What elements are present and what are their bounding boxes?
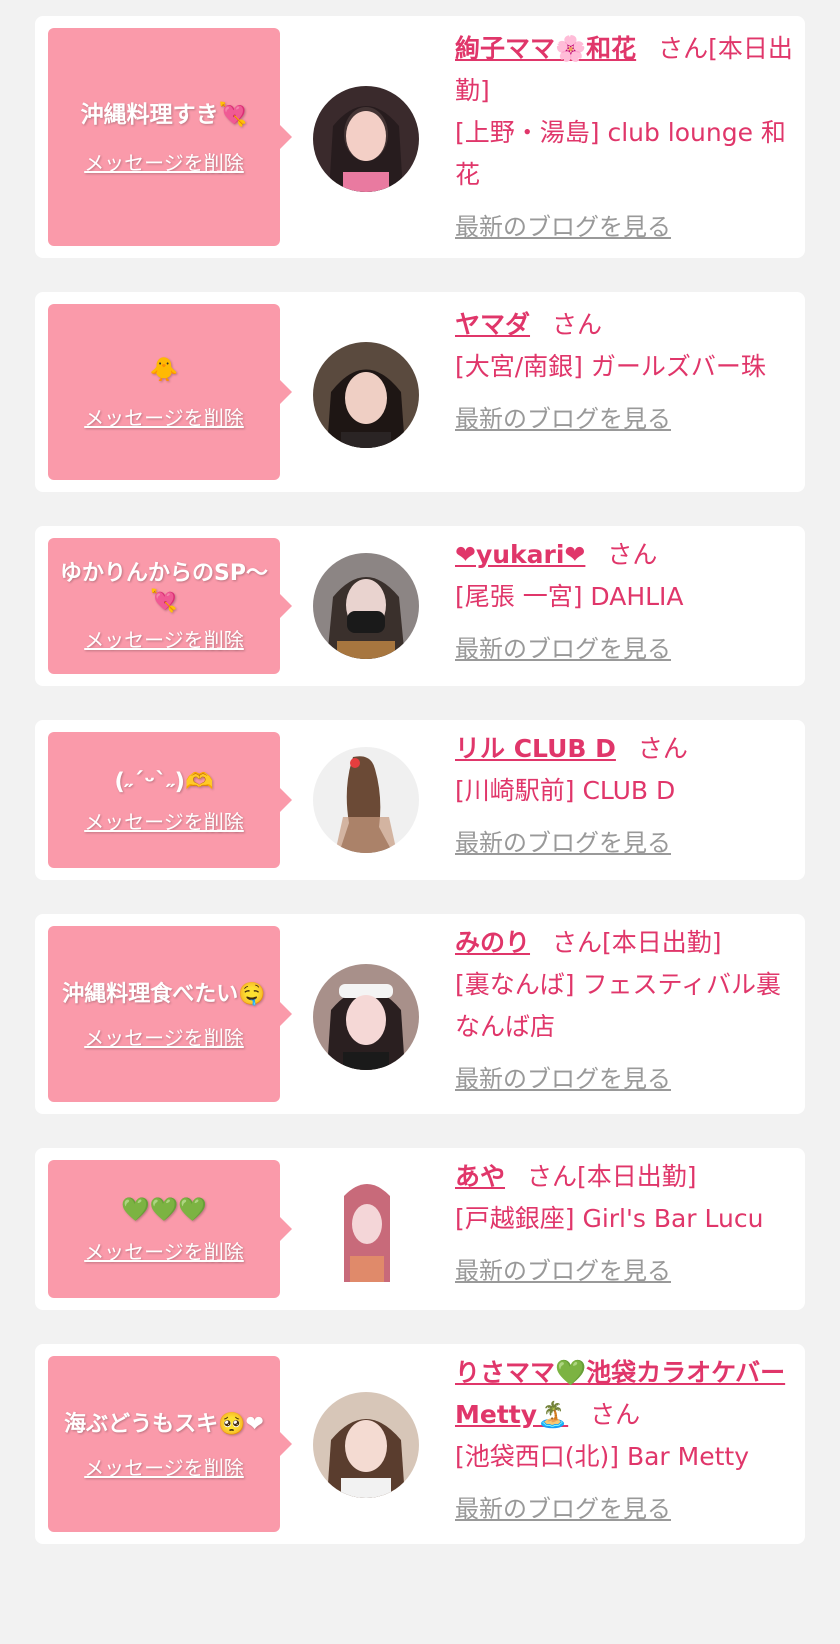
avatar[interactable] xyxy=(313,86,419,192)
honorific: さん xyxy=(590,1400,641,1429)
delete-message-link[interactable]: メッセージを削除 xyxy=(84,1236,244,1265)
honorific: さん xyxy=(658,34,709,63)
message-bubble: 沖縄料理すき💘 メッセージを削除 xyxy=(48,28,292,246)
delete-message-link[interactable]: メッセージを削除 xyxy=(84,1022,244,1051)
girl-name-link[interactable]: ❤yukari❤ xyxy=(455,540,585,569)
delete-message-link[interactable]: メッセージを削除 xyxy=(84,147,244,176)
latest-blog-link[interactable]: 最新のブログを見る xyxy=(455,1058,793,1100)
message-bubble: 💚💚💚 メッセージを削除 xyxy=(48,1160,292,1298)
shop-text: [池袋西口(北)] Bar Metty xyxy=(455,1442,750,1471)
message-text: 💚💚💚 xyxy=(121,1196,207,1223)
message-text: 沖縄料理すき💘 xyxy=(80,101,248,128)
message-bubble: (˶ˊᵕˋ˶)🫶 メッセージを削除 xyxy=(48,732,292,868)
girl-name-link[interactable]: みのり xyxy=(455,928,530,957)
shop-text: [戸越銀座] Girl's Bar Lucu xyxy=(455,1204,764,1233)
status-text: [本日出勤] xyxy=(602,928,722,957)
girl-info: りさママ💚池袋カラオケバーMetty🏝️ さん [池袋西口(北)] Bar Met… xyxy=(455,1352,793,1530)
girl-info: ❤yukari❤ さん [尾張 一宮] DAHLIA 最新のブログを見る xyxy=(455,534,793,670)
honorific: さん xyxy=(552,310,603,339)
message-bubble: 海ぶどうもスキ🥺❤ メッセージを削除 xyxy=(48,1356,292,1532)
message-text: 🐥 xyxy=(149,356,179,383)
message-text: (˶ˊᵕˋ˶)🫶 xyxy=(114,768,214,795)
list-item: ゆかりんからのSP〜💘 メッセージを削除 ❤yukari❤ さん [尾張 一宮] … xyxy=(35,526,805,686)
delete-message-link[interactable]: メッセージを削除 xyxy=(84,402,244,431)
girl-name-link[interactable]: ヤマダ xyxy=(455,310,530,339)
latest-blog-link[interactable]: 最新のブログを見る xyxy=(455,206,793,248)
shop-text: [裏なんば] フェスティバル裏なんば店 xyxy=(455,970,781,1041)
latest-blog-link[interactable]: 最新のブログを見る xyxy=(455,1250,793,1292)
list-item: 海ぶどうもスキ🥺❤ メッセージを削除 りさママ💚池袋カラオケバーMetty🏝️ さ… xyxy=(35,1344,805,1544)
list-item: 🐥 メッセージを削除 ヤマダ さん [大宮/南銀] ガールズバー珠 最新のブログを… xyxy=(35,292,805,492)
list-item: 沖縄料理食べたい🤤 メッセージを削除 みのり さん[本日出勤] [裏なんば] フェ… xyxy=(35,914,805,1114)
girl-info: ヤマダ さん [大宮/南銀] ガールズバー珠 最新のブログを見る xyxy=(455,304,793,440)
list-item: (˶ˊᵕˋ˶)🫶 メッセージを削除 リル CLUB D さん [川崎駅前] CLU… xyxy=(35,720,805,880)
girl-name-link[interactable]: 絢子ママ🌸和花 xyxy=(455,34,636,63)
message-text: 沖縄料理食べたい🤤 xyxy=(62,981,266,1007)
message-text: ゆかりんからのSP〜💘 xyxy=(60,560,268,614)
girl-name-link[interactable]: リル CLUB D xyxy=(455,734,616,763)
latest-blog-link[interactable]: 最新のブログを見る xyxy=(455,822,793,864)
girl-info: みのり さん[本日出勤] [裏なんば] フェスティバル裏なんば店 最新のブログを見… xyxy=(455,922,793,1100)
girl-name-link[interactable]: あや xyxy=(455,1162,505,1191)
latest-blog-link[interactable]: 最新のブログを見る xyxy=(455,628,793,670)
latest-blog-link[interactable]: 最新のブログを見る xyxy=(455,398,793,440)
shop-text: [川崎駅前] CLUB D xyxy=(455,776,676,805)
avatar[interactable] xyxy=(313,747,419,853)
list-item: 💚💚💚 メッセージを削除 あや さん[本日出勤] [戸越銀座] Girl's Ba… xyxy=(35,1148,805,1310)
honorific: さん xyxy=(527,1162,578,1191)
shop-text: [上野・湯島] club lounge 和花 xyxy=(455,118,786,189)
honorific: さん xyxy=(552,928,603,957)
honorific: さん xyxy=(607,540,658,569)
shop-text: [大宮/南銀] ガールズバー珠 xyxy=(455,352,766,381)
girl-info: あや さん[本日出勤] [戸越銀座] Girl's Bar Lucu 最新のブログ… xyxy=(455,1156,793,1292)
honorific: さん xyxy=(637,734,688,763)
avatar[interactable] xyxy=(340,1176,394,1282)
avatar[interactable] xyxy=(313,964,419,1070)
status-text: [本日出勤] xyxy=(577,1162,697,1191)
delete-message-link[interactable]: メッセージを削除 xyxy=(84,624,244,653)
avatar[interactable] xyxy=(313,553,419,659)
message-text: 海ぶどうもスキ🥺❤ xyxy=(64,1411,264,1437)
avatar[interactable] xyxy=(313,342,419,448)
shop-text: [尾張 一宮] DAHLIA xyxy=(455,582,684,611)
avatar[interactable] xyxy=(313,1392,419,1498)
girl-info: 絢子ママ🌸和花 さん[本日出勤] [上野・湯島] club lounge 和花 最… xyxy=(455,28,793,248)
message-bubble: 🐥 メッセージを削除 xyxy=(48,304,292,480)
list-item: 沖縄料理すき💘 メッセージを削除 絢子ママ🌸和花 さん[本日出勤] [上野・湯島]… xyxy=(35,16,805,258)
delete-message-link[interactable]: メッセージを削除 xyxy=(84,1452,244,1481)
message-bubble: ゆかりんからのSP〜💘 メッセージを削除 xyxy=(48,538,292,674)
latest-blog-link[interactable]: 最新のブログを見る xyxy=(455,1488,793,1530)
message-bubble: 沖縄料理食べたい🤤 メッセージを削除 xyxy=(48,926,292,1102)
delete-message-link[interactable]: メッセージを削除 xyxy=(84,806,244,835)
girl-info: リル CLUB D さん [川崎駅前] CLUB D 最新のブログを見る xyxy=(455,728,793,864)
